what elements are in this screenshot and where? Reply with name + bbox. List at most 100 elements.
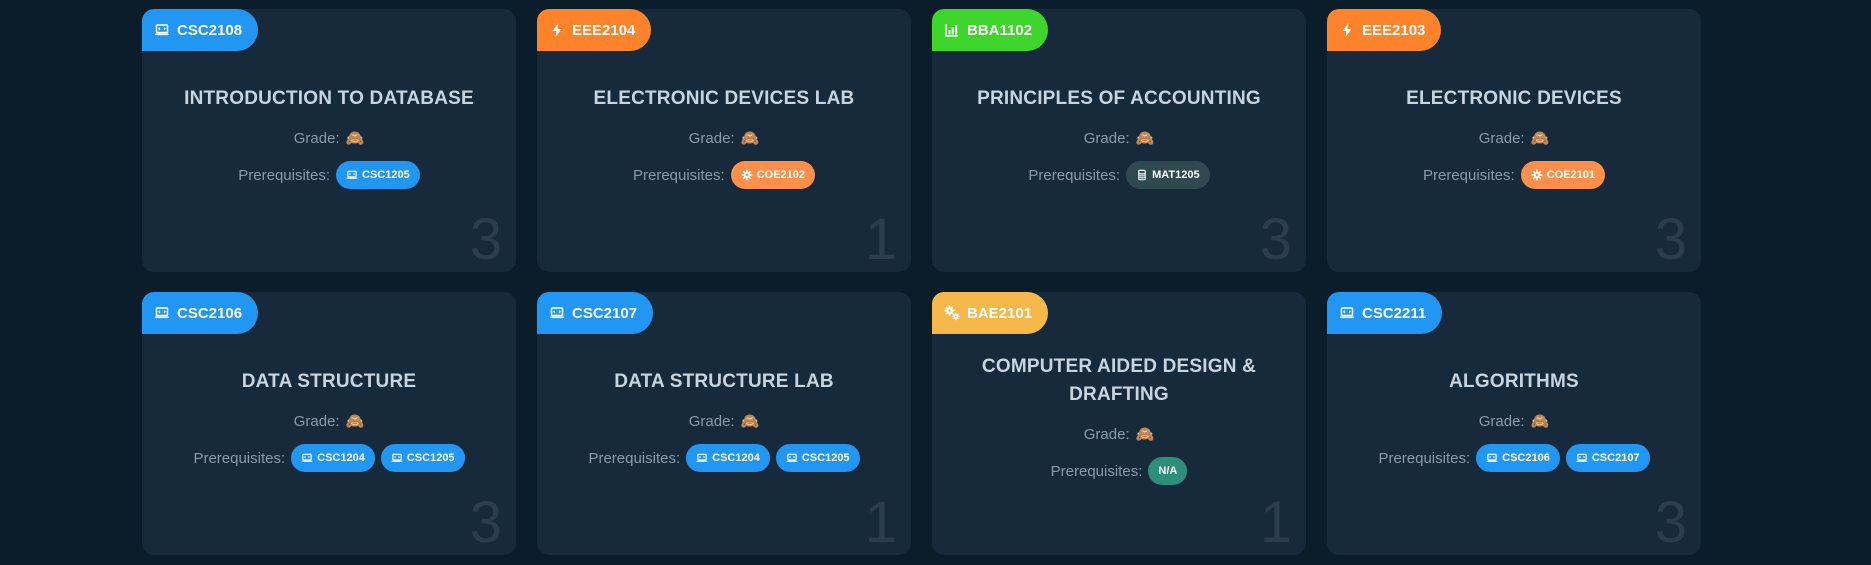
prerequisites-label: Prerequisites: (588, 449, 681, 467)
laptop-icon (1486, 452, 1498, 464)
prerequisite-chip[interactable]: COE2101 (1520, 161, 1606, 189)
prerequisite-chip[interactable]: CSC2106 (1476, 444, 1560, 472)
prerequisite-chip[interactable]: CSC2107 (1565, 444, 1650, 472)
grade-label: Grade: (1083, 129, 1130, 147)
prerequisite-chip[interactable]: CSC1205 (775, 444, 860, 472)
prerequisites-label: Prerequisites: (1050, 462, 1143, 480)
grade-label: Grade: (293, 412, 340, 430)
prerequisites-label: Prerequisites: (1422, 166, 1515, 184)
grade-value: 🙈 (1135, 426, 1155, 443)
laptop-icon (696, 452, 708, 464)
credit-value: 3 (1654, 207, 1687, 272)
course-title: DATA STRUCTURE LAB (614, 371, 834, 392)
bolt-icon (549, 22, 565, 38)
prerequisites-row: Prerequisites: CSC1204 CSC1205 (588, 444, 860, 472)
prerequisite-chip[interactable]: CSC1205 (336, 161, 420, 189)
grade-label: Grade: (293, 129, 340, 147)
gear-icon (741, 169, 753, 181)
credit-value: 1 (864, 490, 897, 555)
grade-label: Grade: (1478, 129, 1525, 147)
grade-value: 🙈 (1530, 413, 1550, 430)
course-code: BAE2101 (967, 304, 1033, 322)
calculator-icon (1136, 169, 1148, 181)
prerequisites-label: Prerequisites: (632, 166, 725, 184)
course-card[interactable]: BBA1102 PRINCIPLES OF ACCOUNTING Grade: 🙈… (932, 9, 1306, 272)
prerequisites-row: Prerequisites: CSC1204 CSC1205 (193, 444, 465, 472)
prerequisite-chip[interactable]: CSC1204 (291, 444, 375, 472)
laptop-icon (1339, 305, 1355, 321)
course-card[interactable]: CSC2211 ALGORITHMS Grade: 🙈 Prerequisites… (1327, 292, 1701, 555)
grade-row: Grade: 🙈 (1084, 425, 1155, 444)
course-code-badge: EEE2103 (1327, 9, 1442, 51)
prerequisite-code: CSC2106 (1502, 452, 1550, 464)
prerequisite-chip[interactable]: N/A (1148, 457, 1188, 485)
prerequisite-code: COE2101 (1546, 169, 1596, 181)
grade-value: 🙈 (1135, 130, 1155, 147)
course-title: ALGORITHMS (1449, 371, 1579, 392)
course-code-badge: BBA1102 (932, 9, 1049, 51)
laptop-icon (154, 22, 170, 38)
prerequisite-code: CSC1204 (317, 452, 365, 464)
gear-icon (1531, 169, 1543, 181)
course-code: BBA1102 (967, 21, 1033, 39)
course-code-badge: CSC2211 (1327, 292, 1443, 334)
prerequisite-code: MAT1205 (1152, 169, 1200, 181)
prerequisite-code: CSC1205 (406, 452, 455, 464)
grade-row: Grade: 🙈 (1083, 129, 1155, 148)
prerequisite-code: COE2102 (756, 169, 806, 181)
course-code-badge: EEE2104 (537, 9, 652, 51)
course-card[interactable]: EEE2104 ELECTRONIC DEVICES LAB Grade: 🙈 P… (537, 9, 911, 272)
grade-label: Grade: (688, 412, 735, 430)
course-card[interactable]: CSC2106 DATA STRUCTURE Grade: 🙈 Prerequis… (142, 292, 516, 555)
course-card[interactable]: EEE2103 ELECTRONIC DEVICES Grade: 🙈 Prere… (1327, 9, 1701, 272)
course-code: EEE2103 (1362, 21, 1426, 39)
course-code: CSC2108 (177, 21, 243, 39)
course-card[interactable]: CSC2108 INTRODUCTION TO DATABASE Grade: 🙈… (142, 9, 516, 272)
prerequisites-label: Prerequisites: (238, 166, 330, 184)
course-title: PRINCIPLES OF ACCOUNTING (977, 88, 1261, 109)
course-card[interactable]: CSC2107 DATA STRUCTURE LAB Grade: 🙈 Prere… (537, 292, 911, 555)
grade-row: Grade: 🙈 (293, 129, 365, 148)
credit-value: 3 (469, 207, 502, 272)
prerequisite-code: N/A (1158, 465, 1178, 477)
prerequisites-row: Prerequisites: CSC1205 (238, 161, 420, 189)
grade-row: Grade: 🙈 (688, 412, 760, 431)
prerequisites-row: Prerequisites: COE2102 (632, 161, 816, 189)
credit-value: 3 (469, 490, 502, 555)
prerequisite-chip[interactable]: CSC1205 (380, 444, 465, 472)
course-card[interactable]: BAE2101 COMPUTER AIDED DESIGN & DRAFTING… (932, 292, 1306, 555)
prerequisites-label: Prerequisites: (1028, 166, 1121, 184)
laptop-icon (786, 452, 798, 464)
prerequisites-row: Prerequisites: CSC2106 CSC2107 (1378, 444, 1650, 472)
course-code-badge: CSC2108 (142, 9, 259, 51)
course-title: INTRODUCTION TO DATABASE (184, 88, 474, 109)
gears-icon (944, 305, 960, 321)
course-code: CSC2211 (1362, 304, 1427, 322)
credit-value: 3 (1259, 207, 1292, 272)
bar-chart-icon (944, 22, 960, 38)
laptop-icon (154, 305, 170, 321)
course-grid: CSC2108 INTRODUCTION TO DATABASE Grade: 🙈… (142, 9, 1701, 555)
prerequisite-code: CSC1205 (801, 452, 850, 464)
course-title: DATA STRUCTURE (241, 371, 417, 392)
prerequisites-row: Prerequisites: COE2101 (1422, 161, 1606, 189)
course-code: CSC2106 (177, 304, 243, 322)
grade-row: Grade: 🙈 (1479, 412, 1550, 431)
prerequisites-label: Prerequisites: (1378, 449, 1471, 467)
prerequisite-chip[interactable]: CSC1204 (686, 444, 770, 472)
grade-value: 🙈 (740, 413, 760, 430)
grade-value: 🙈 (345, 130, 365, 147)
course-title: COMPUTER AIDED DESIGN & DRAFTING (981, 356, 1257, 405)
prerequisite-chip[interactable]: COE2102 (730, 161, 816, 189)
prerequisites-row: Prerequisites: MAT1205 (1028, 161, 1210, 189)
course-title: ELECTRONIC DEVICES (1406, 88, 1622, 109)
prerequisite-chip[interactable]: MAT1205 (1126, 161, 1210, 189)
prerequisites-label: Prerequisites: (193, 449, 286, 467)
laptop-icon (1576, 452, 1588, 464)
credit-value: 1 (864, 207, 897, 272)
laptop-icon (346, 169, 358, 181)
prerequisite-code: CSC2107 (1591, 452, 1640, 464)
prerequisite-code: CSC1204 (712, 452, 760, 464)
grade-value: 🙈 (345, 413, 365, 430)
grade-value: 🙈 (1530, 130, 1550, 147)
